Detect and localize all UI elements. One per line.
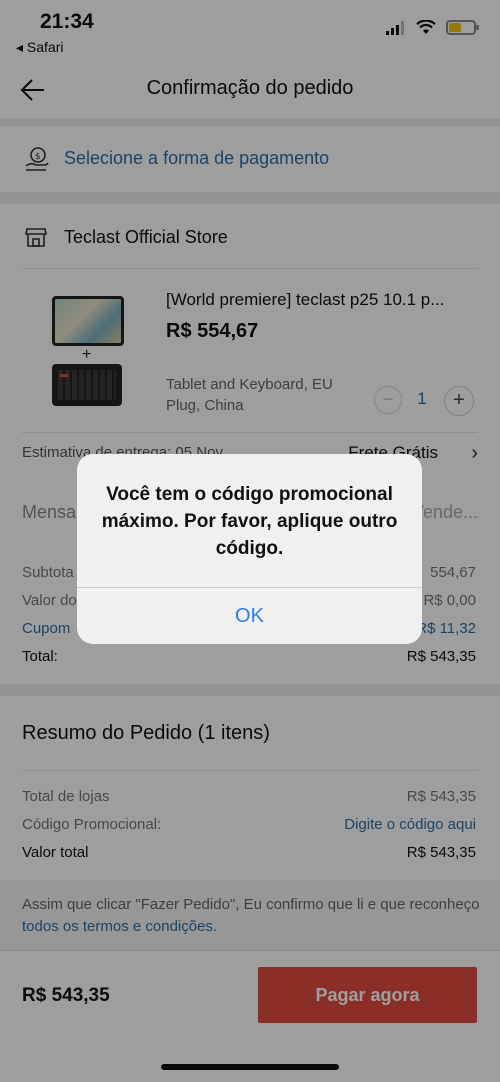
alert-ok-button[interactable]: OK [77, 588, 422, 644]
order-confirmation-screen: 21:34 ◂ Safari Confirmação do pedido $ S… [0, 0, 500, 1082]
alert-message: Você tem o código promocional máximo. Po… [101, 484, 398, 559]
promo-code-alert: Você tem o código promocional máximo. Po… [77, 454, 422, 644]
